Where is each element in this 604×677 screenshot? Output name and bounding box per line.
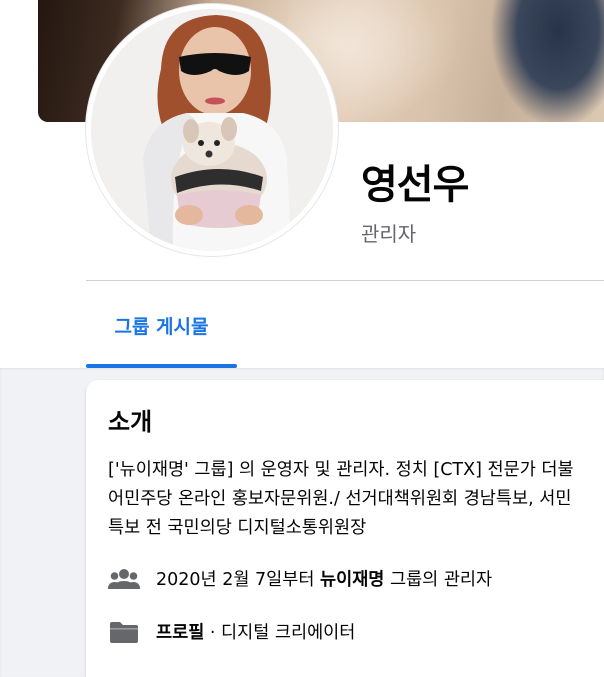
tab-group-posts[interactable]: 그룹 게시물 xyxy=(86,298,237,368)
admin-group-link[interactable]: 뉴이재명 xyxy=(320,566,384,591)
profile-name: 영선우 xyxy=(361,162,469,208)
admin-since-row: 2020년 2월 7일부터 뉴이재명 그룹의 관리자 xyxy=(108,566,492,591)
avatar-illustration xyxy=(91,9,333,251)
avatar-photo xyxy=(91,9,333,251)
intro-description[interactable]: ['뉴이재명' 그룹] 의 운영자 및 관리자. 정치 [CTX] 전문가 더불… xyxy=(108,456,584,543)
admin-since-prefix: 2020년 2월 7일부터 xyxy=(156,570,320,590)
intro-card: 소개 ['뉴이재명' 그룹] 의 운영자 및 관리자. 정치 [CTX] 전문가… xyxy=(86,380,604,677)
admin-since-suffix: 그룹의 관리자 xyxy=(384,570,493,590)
profile-avatar[interactable] xyxy=(86,4,338,256)
profile-label[interactable]: 프로필 xyxy=(156,619,204,644)
profile-role: 관리자 xyxy=(361,222,417,246)
profile-category: · 디지털 크리에이터 xyxy=(204,623,356,643)
profile-category-row: 프로필 · 디지털 크리에이터 xyxy=(108,619,355,644)
folder-icon xyxy=(108,620,140,644)
group-icon xyxy=(108,567,140,591)
intro-title: 소개 xyxy=(108,408,153,436)
header-divider xyxy=(86,280,604,281)
profile-header: 영선우 관리자 그룹 게시물 xyxy=(0,4,604,368)
tab-group-posts-label: 그룹 게시물 xyxy=(114,316,209,338)
